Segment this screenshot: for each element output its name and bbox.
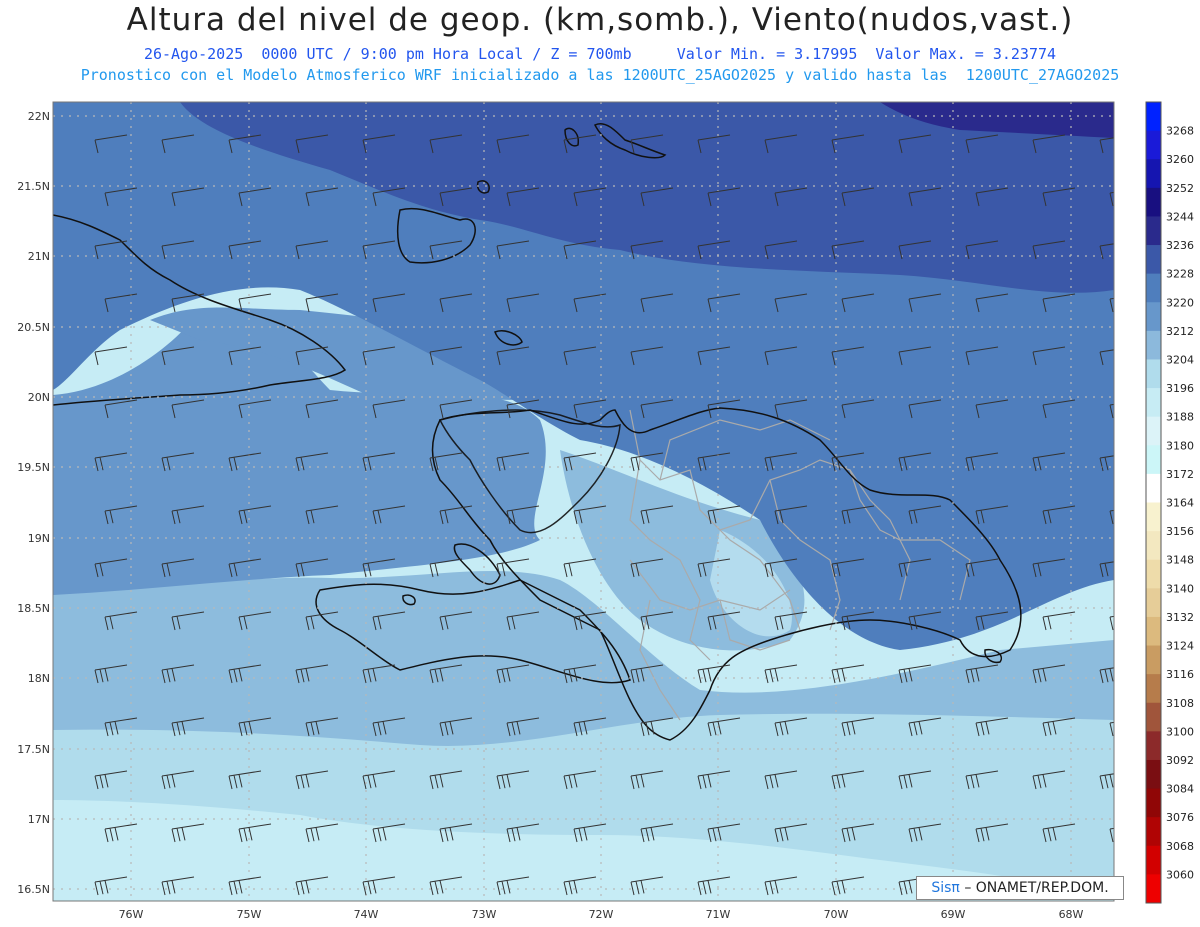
forecast-map: 22N 21.5N 21N 20.5N 20N 19.5N 19N 18.5N … (17, 101, 1199, 921)
colorbar-label: 3172 (1166, 468, 1194, 481)
colorbar-label: 3076 (1166, 811, 1194, 824)
lat-label: 17.5N (17, 743, 50, 756)
colorbar-swatch (1146, 531, 1161, 561)
wind-barb (1109, 827, 1114, 843)
colorbar-label: 3236 (1166, 239, 1194, 252)
lat-label: 22N (28, 110, 50, 123)
colorbar-swatch (1146, 702, 1161, 732)
colorbar-swatch (1146, 388, 1161, 418)
colorbar-swatch (1146, 788, 1161, 818)
lat-label: 18.5N (17, 602, 50, 615)
colorbar-swatch (1146, 817, 1161, 847)
colorbar-swatch (1146, 473, 1161, 503)
colorbar-label: 3220 (1166, 296, 1194, 309)
colorbar-label: 3108 (1166, 697, 1194, 710)
credit-box: Sisπ – ONAMET/REP.DOM. (916, 876, 1124, 900)
colorbar-label: 3164 (1166, 497, 1194, 510)
colorbar-label: 3124 (1166, 640, 1194, 653)
colorbar-swatch (1146, 159, 1161, 189)
colorbar-label: 3252 (1166, 182, 1194, 195)
colorbar-label: 3116 (1166, 668, 1194, 681)
colorbar-label: 3228 (1166, 268, 1194, 281)
colorbar-label: 3196 (1166, 382, 1194, 395)
colorbar-swatch (1146, 874, 1161, 904)
colorbar-swatch (1146, 330, 1161, 360)
wind-barb (1109, 191, 1114, 207)
colorbar-label: 3132 (1166, 611, 1194, 624)
colorbar-swatch (1146, 187, 1161, 217)
colorbar-label: 3068 (1166, 840, 1194, 853)
colorbar-label: 3204 (1166, 353, 1194, 366)
lon-label: 70W (824, 908, 849, 921)
lon-label: 68W (1059, 908, 1084, 921)
lon-label: 69W (941, 908, 966, 921)
colorbar-label: 3180 (1166, 439, 1194, 452)
lat-label: 21.5N (17, 180, 50, 193)
colorbar-swatch (1146, 273, 1161, 303)
wind-barb (1109, 615, 1114, 631)
lon-label: 71W (706, 908, 731, 921)
colorbar-swatch (1146, 445, 1161, 475)
colorbar-swatch (1146, 359, 1161, 389)
lat-label: 20.5N (17, 321, 50, 334)
lon-label: 76W (119, 908, 144, 921)
lon-axis-labels: 76W 75W 74W 73W 72W 71W 70W 69W 68W (119, 908, 1084, 921)
colorbar-label: 3188 (1166, 411, 1194, 424)
wind-barb (1109, 403, 1114, 419)
colorbar-label: 3156 (1166, 525, 1194, 538)
wind-barb (1167, 135, 1199, 153)
lon-label: 75W (237, 908, 262, 921)
lat-label: 17N (28, 813, 50, 826)
colorbar-swatch (1146, 302, 1161, 332)
geopotential-shading (53, 102, 1114, 901)
sispi-logo: Sisπ (931, 880, 960, 896)
colorbar-swatch (1146, 216, 1161, 246)
lon-label: 72W (589, 908, 614, 921)
colorbar-swatch (1146, 645, 1161, 675)
credit-text: – ONAMET/REP.DOM. (964, 880, 1109, 896)
colorbar-label: 3084 (1166, 783, 1194, 796)
wind-barb (1109, 509, 1114, 525)
colorbar-label: 3260 (1166, 153, 1194, 166)
colorbar-swatch (1146, 759, 1161, 790)
colorbar-label: 3212 (1166, 325, 1194, 338)
wind-barb (1109, 297, 1114, 313)
colorbar-swatch (1146, 731, 1161, 761)
lat-axis-labels: 22N 21.5N 21N 20.5N 20N 19.5N 19N 18.5N … (17, 110, 50, 896)
lon-label: 73W (472, 908, 497, 921)
lat-label: 21N (28, 250, 50, 263)
colorbar-swatch (1146, 588, 1161, 618)
colorbar-swatch (1146, 130, 1161, 160)
colorbar-swatch (1146, 102, 1161, 132)
colorbar-swatch (1146, 245, 1161, 275)
colorbar-swatch (1146, 502, 1161, 532)
lat-label: 20N (28, 391, 50, 404)
colorbar-swatch (1146, 616, 1161, 647)
colorbar-swatch (1146, 845, 1161, 875)
lat-label: 19N (28, 532, 50, 545)
colorbar-swatch (1146, 674, 1161, 704)
wind-barb (1109, 721, 1114, 737)
colorbar-label: 3092 (1166, 754, 1194, 767)
colorbar-label: 3140 (1166, 582, 1194, 595)
colorbar-swatch (1146, 416, 1161, 446)
lat-label: 19.5N (17, 461, 50, 474)
colorbar-label: 3268 (1166, 125, 1194, 138)
colorbar-label: 3148 (1166, 554, 1194, 567)
colorbar: 3268 3260 3252 3244 3236 3228 3220 3212 3204 3196… (1145, 101, 1194, 904)
lat-label: 18N (28, 672, 50, 685)
colorbar-label: 3100 (1166, 725, 1194, 738)
lon-label: 74W (354, 908, 379, 921)
lat-label: 16.5N (17, 883, 50, 896)
colorbar-label: 3244 (1166, 210, 1194, 223)
colorbar-swatch (1146, 559, 1161, 589)
colorbar-label: 3060 (1166, 868, 1194, 881)
